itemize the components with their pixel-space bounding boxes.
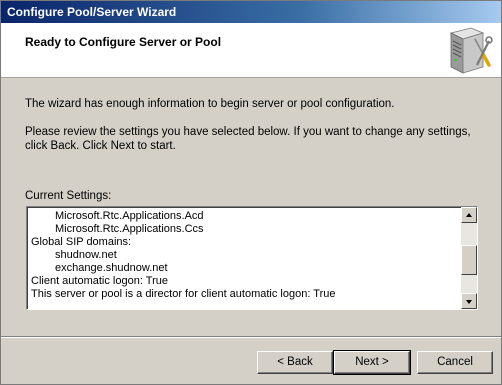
setting-line: Microsoft.Rtc.Applications.Acd [55,210,204,222]
title-bar[interactable]: Configure Pool/Server Wizard [1,1,501,23]
intro-text: The wizard has enough information to beg… [25,98,395,110]
next-button[interactable]: Next > [333,350,411,375]
settings-lines: Microsoft.Rtc.Applications.Acd Microsoft… [31,210,463,301]
wizard-header: Ready to Configure Server or Pool [1,23,501,78]
vertical-scrollbar[interactable] [461,207,477,309]
review-text: Please review the settings you have sele… [25,126,471,152]
footer-divider [1,336,501,338]
setting-line: exchange.shudnow.net [55,262,168,274]
server-tools-icon [445,25,493,75]
scroll-up-button[interactable] [461,207,477,223]
setting-line: Global SIP domains: [31,236,132,248]
cancel-button[interactable]: Cancel [417,351,493,374]
setting-line: This server or pool is a director for cl… [31,288,336,300]
setting-line: shudnow.net [55,249,117,261]
current-settings-label: Current Settings: [25,190,112,202]
arrow-down-icon [466,300,472,304]
current-settings-list[interactable]: Microsoft.Rtc.Applications.Acd Microsoft… [26,206,478,310]
arrow-up-icon [466,213,472,217]
setting-line: Client automatic logon: True [31,275,168,287]
setting-line: Microsoft.Rtc.Applications.Ccs [55,223,204,235]
page-heading: Ready to Configure Server or Pool [25,35,222,49]
scroll-thumb[interactable] [461,245,477,275]
window-title: Configure Pool/Server Wizard [7,5,177,19]
wizard-window: Configure Pool/Server Wizard Ready to Co… [0,0,502,385]
back-button[interactable]: < Back [257,351,333,374]
scroll-down-button[interactable] [461,293,477,309]
